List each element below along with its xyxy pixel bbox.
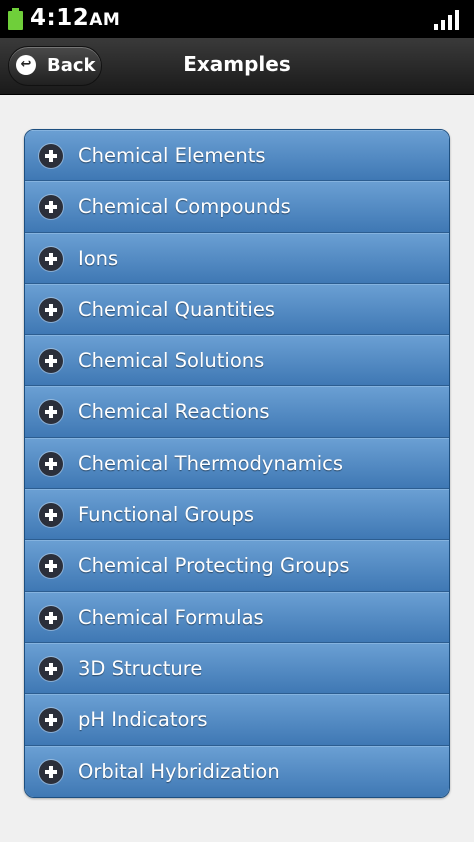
clock: 4:12AM: [30, 5, 120, 31]
plus-icon: [39, 656, 63, 681]
list-item[interactable]: Functional Groups: [25, 489, 449, 541]
list-item-label: Functional Groups: [78, 503, 255, 527]
list-item[interactable]: Chemical Compounds: [25, 181, 449, 233]
plus-icon: [39, 297, 63, 322]
list-item-label: Chemical Elements: [78, 144, 266, 167]
status-bar: 4:12AM: [0, 0, 474, 38]
plus-icon: [39, 708, 63, 733]
plus-icon: [39, 144, 63, 168]
list-item-label: Orbital Hybridization: [78, 759, 280, 783]
page-title: Examples: [183, 52, 291, 76]
signal-icon: [434, 10, 460, 30]
plus-icon: [39, 759, 63, 784]
list-item[interactable]: 3D Structure: [25, 642, 449, 695]
plus-icon: [39, 605, 63, 630]
list-item-label: Chemical Reactions: [78, 400, 270, 424]
plus-icon: [39, 451, 63, 476]
list-item-label: Chemical Solutions: [78, 349, 265, 373]
list-item[interactable]: Chemical Protecting Groups: [25, 540, 449, 592]
list-item[interactable]: pH Indicators: [25, 694, 449, 746]
list-item[interactable]: Chemical Solutions: [25, 335, 449, 387]
list-item-label: Chemical Formulas: [78, 605, 264, 629]
list-item[interactable]: Orbital Hybridization: [25, 745, 449, 797]
plus-icon: [39, 554, 63, 579]
list-item-label: Chemical Quantities: [78, 297, 275, 321]
plus-icon: [39, 246, 63, 271]
clock-ampm: AM: [89, 10, 121, 30]
list-item-label: Chemical Thermodynamics: [78, 451, 344, 475]
clock-time: 4:12: [30, 5, 90, 31]
list-item-label: pH Indicators: [78, 708, 208, 732]
list-item[interactable]: Chemical Quantities: [25, 283, 449, 336]
list-item[interactable]: Chemical Elements: [25, 130, 449, 182]
plus-icon: [39, 195, 63, 220]
list-item-label: Ions: [78, 246, 119, 270]
list-item[interactable]: Chemical Thermodynamics: [25, 437, 449, 490]
list-item-label: 3D Structure: [78, 656, 203, 680]
list-item-label: Chemical Protecting Groups: [78, 554, 350, 578]
examples-list: Chemical Elements Chemical Compounds Ions C…: [24, 129, 450, 798]
list-item-label: Chemical Compounds: [78, 195, 291, 219]
list-item[interactable]: Chemical Formulas: [25, 591, 449, 643]
plus-icon: [39, 400, 63, 425]
plus-icon: [39, 503, 63, 528]
list-item[interactable]: Chemical Reactions: [25, 386, 449, 438]
list-item[interactable]: Ions: [25, 232, 449, 284]
plus-icon: [39, 349, 63, 374]
header: ↩ Back Examples: [0, 38, 474, 95]
battery-icon: [8, 8, 23, 30]
